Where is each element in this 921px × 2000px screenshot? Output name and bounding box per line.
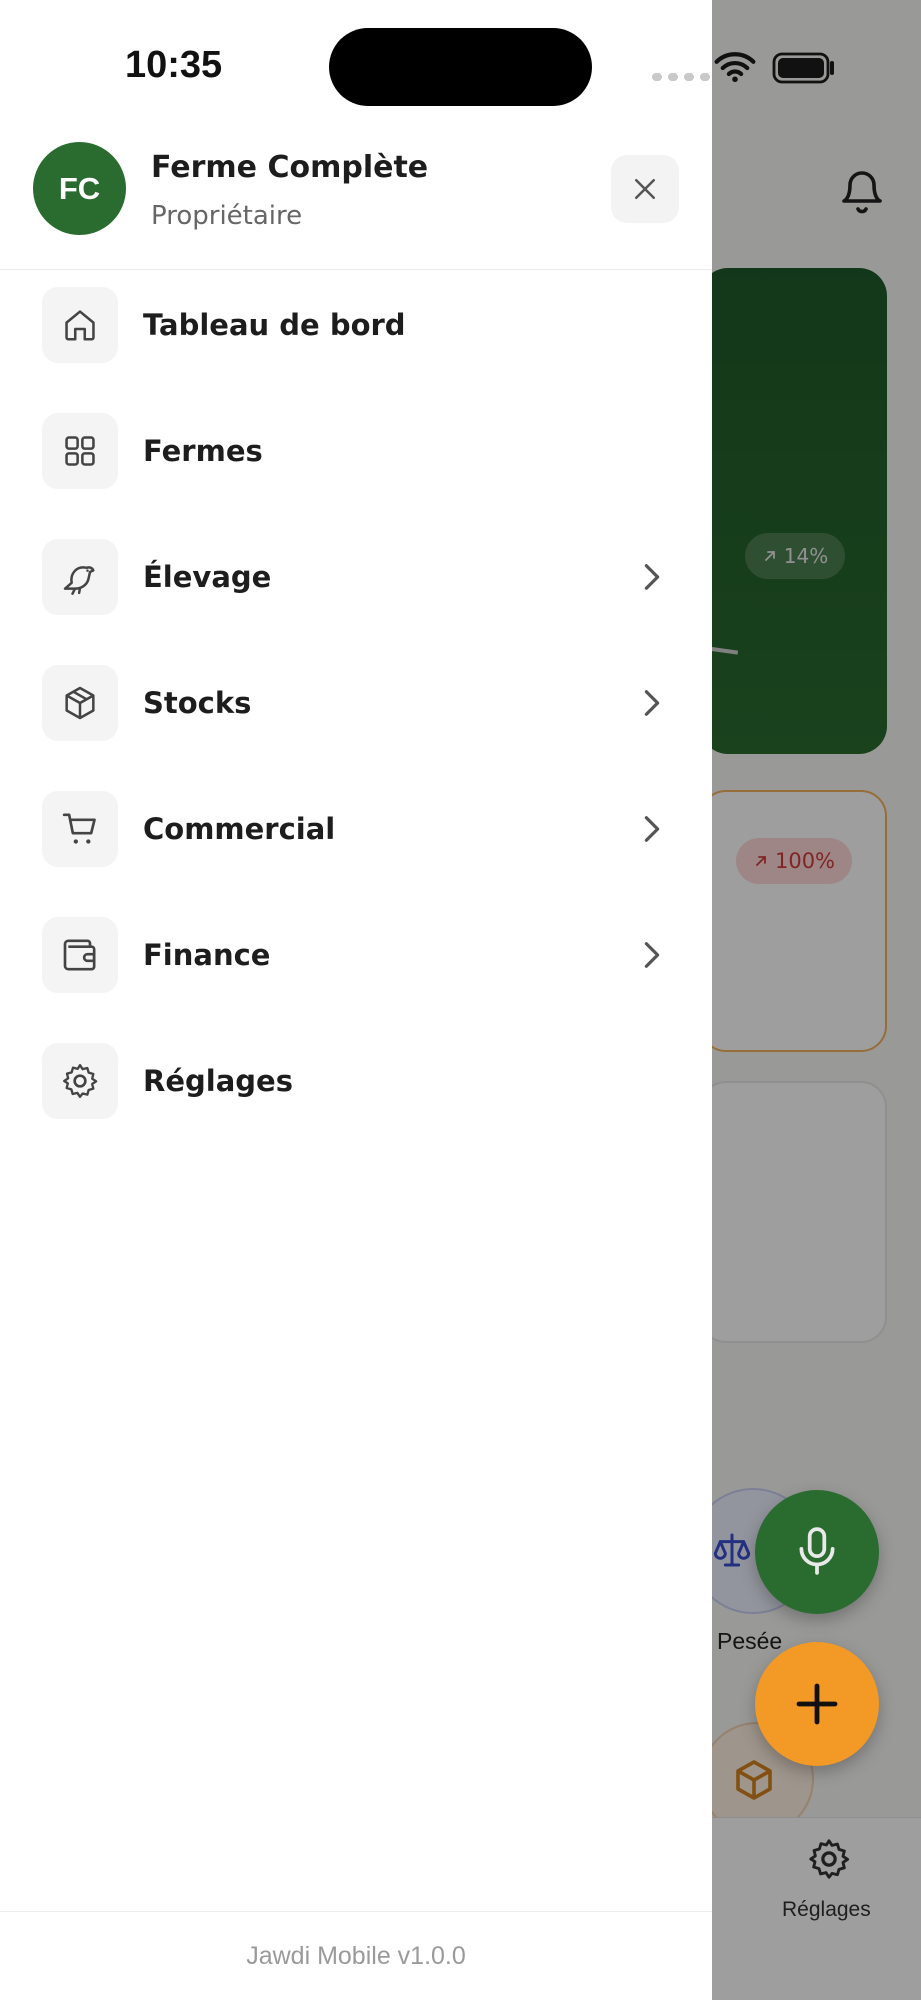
plus-icon <box>796 1683 838 1725</box>
menu-item-label: Stocks <box>143 686 252 720</box>
menu-item-label: Fermes <box>143 434 263 468</box>
menu-item-dashboard[interactable]: Tableau de bord <box>0 270 712 380</box>
chevron-right-icon <box>644 564 660 590</box>
chevron-right-icon <box>644 816 660 842</box>
menu-item-settings[interactable]: Réglages <box>0 1026 712 1136</box>
close-icon <box>635 179 655 199</box>
menu-icon-container <box>42 1043 118 1119</box>
cart-icon <box>62 813 96 844</box>
farm-name: Ferme Complète <box>151 150 429 185</box>
voice-button[interactable] <box>755 1490 879 1614</box>
avatar: FC <box>33 142 126 235</box>
menu-icon-container <box>42 917 118 993</box>
battery-icon <box>772 52 834 84</box>
chevron-right-icon <box>644 690 660 716</box>
status-time: 10:35 <box>125 44 223 86</box>
grid-icon <box>65 436 95 466</box>
menu-item-label: Réglages <box>143 1064 293 1098</box>
close-drawer-button[interactable] <box>611 155 679 223</box>
chevron-right-icon <box>644 942 660 968</box>
menu-item-label: Élevage <box>143 560 272 594</box>
menu-icon-container <box>42 539 118 615</box>
menu-item-label: Tableau de bord <box>143 308 406 342</box>
menu-icon-container <box>42 665 118 741</box>
home-icon <box>65 310 95 341</box>
app-version: Jawdi Mobile v1.0.0 <box>246 1941 466 1970</box>
navigation-drawer: FC Ferme Complète Propriétaire Tableau d… <box>0 0 712 2000</box>
wifi-icon <box>714 52 756 83</box>
menu-icon-container <box>42 791 118 867</box>
microphone-icon <box>799 1527 835 1575</box>
package-icon <box>65 686 95 720</box>
wallet-icon <box>63 939 96 971</box>
add-button[interactable] <box>755 1642 879 1766</box>
menu-item-farms[interactable]: Fermes <box>0 396 712 506</box>
menu-item-label: Finance <box>143 938 271 972</box>
user-role: Propriétaire <box>151 201 303 231</box>
signal-icon <box>652 73 710 81</box>
menu-item-stocks[interactable]: Stocks <box>0 648 712 758</box>
menu-item-commercial[interactable]: Commercial <box>0 774 712 884</box>
dynamic-island <box>329 28 592 106</box>
settings-icon <box>63 1064 98 1098</box>
drawer-header: FC Ferme Complète Propriétaire <box>0 130 712 270</box>
bird-icon <box>63 566 95 595</box>
menu-item-label: Commercial <box>143 812 336 846</box>
menu-item-finance[interactable]: Finance <box>0 900 712 1010</box>
menu-icon-container <box>42 413 118 489</box>
menu-item-livestock[interactable]: Élevage <box>0 522 712 632</box>
drawer-footer: Jawdi Mobile v1.0.0 <box>0 1911 712 2000</box>
menu-icon-container <box>42 287 118 363</box>
